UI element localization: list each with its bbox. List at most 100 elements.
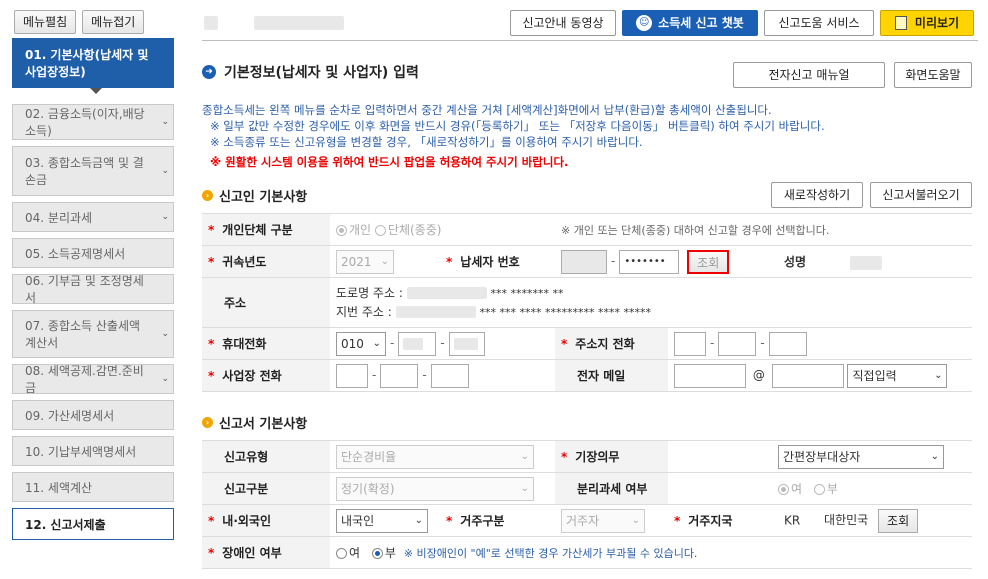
preview-button[interactable]: 미리보기: [880, 10, 974, 36]
cell-taxpayer-id: - ••••••• 조회: [555, 245, 778, 278]
help-service-button[interactable]: 신고도움 서비스: [764, 10, 874, 36]
menu-item-label: 04. 분리과세: [25, 210, 93, 225]
menu-item-computed-tax[interactable]: 07. 종합소득 산출세액계산서 ⌄: [12, 310, 174, 358]
menu-item-deductions[interactable]: 05. 소득공제명세서: [12, 238, 174, 268]
home-phone-2[interactable]: [718, 331, 757, 356]
radio-individual[interactable]: [336, 225, 347, 236]
menu-item-donations[interactable]: 06. 기부금 및 조정명세서: [12, 274, 174, 305]
taxpayer-id-part1[interactable]: [561, 249, 607, 274]
email-domain-input[interactable]: [771, 363, 844, 388]
menu-item-credits[interactable]: 08. 세액공제.감면.준비금 ⌄: [12, 364, 174, 395]
mobile-middle-input[interactable]: [398, 331, 437, 356]
load-return-button[interactable]: 신고서불러오기: [870, 182, 972, 208]
label-entity-type: * 개인단체 구분: [202, 213, 330, 246]
home-phone-3[interactable]: [768, 331, 807, 356]
bullet-icon: ›: [202, 190, 213, 201]
nationality-select[interactable]: 내국인 ⌄: [336, 508, 428, 533]
biz-phone-2[interactable]: [380, 363, 419, 388]
menu-expand-button[interactable]: 메뉴펼침: [14, 10, 77, 34]
section-title-reporter: › 신고인 기본사항: [202, 186, 307, 205]
menu-item-submit[interactable]: 12. 신고서제출: [12, 508, 174, 540]
email-at: @: [752, 368, 765, 382]
taxpayer-lookup-button[interactable]: 조회: [687, 249, 730, 274]
notice-text: 종합소득세는 왼쪽 메뉴를 순차로 입력하면서 중간 계산을 거쳐 [세액계산]…: [202, 102, 825, 170]
bookkeeping-select[interactable]: 간편장부대상자 ⌄: [778, 444, 944, 469]
cell-address: 도로명 주소 : *** ******* ** 지번 주소 : *** *** …: [330, 277, 972, 328]
label-address: 주소: [202, 277, 330, 328]
label-biz-phone: * 사업장 전화: [202, 359, 330, 392]
cell-region: KR 대한민국 조회: [778, 504, 972, 537]
label-mobile: * 휴대전화: [202, 327, 330, 360]
road-address: 도로명 주소 : *** ******* **: [336, 285, 564, 300]
chatbot-button[interactable]: ☺ 소득세 신고 챗봇: [622, 10, 758, 36]
radio-group-label: 단체(종중): [387, 223, 442, 237]
cell-report-category: 정기(확정) ⌄: [330, 472, 555, 505]
step-menu: 01. 기본사항(납세자 및 사업장정보) 02. 금융소득(이자,배당소득) ⌄…: [12, 38, 174, 546]
menu-collapse-button[interactable]: 메뉴접기: [82, 10, 145, 34]
label-tax-year: * 귀속년도: [202, 245, 330, 278]
region-code: KR: [784, 513, 801, 527]
menu-item-prepaid-tax[interactable]: 10. 기납부세액명세서: [12, 436, 174, 466]
guide-video-button[interactable]: 신고안내 동영상: [510, 10, 616, 36]
screen-help-button[interactable]: 화면도움말: [894, 62, 972, 88]
cell-bookkeeping: 간편장부대상자 ⌄: [668, 440, 972, 473]
label-report-type: 신고유형: [202, 440, 330, 473]
cell-residency: 거주자 ⌄: [555, 504, 668, 537]
home-phone-1[interactable]: [674, 331, 706, 356]
report-category-select[interactable]: 정기(확정) ⌄: [336, 476, 534, 501]
radio-disabled-yes-label: 여: [349, 546, 361, 560]
mobile-prefix-select[interactable]: 010 ⌄: [336, 331, 386, 356]
blurred-name: [850, 255, 883, 270]
report-type-select[interactable]: 단순경비율 ⌄: [336, 444, 534, 469]
cell-nationality: 내국인 ⌄: [330, 504, 440, 537]
tax-year-select[interactable]: 2021 ⌄: [336, 249, 394, 274]
chatbot-label: 소득세 신고 챗봇: [658, 16, 744, 30]
radio-separate-yes-label: 여: [791, 482, 803, 496]
radio-individual-label: 개인: [349, 223, 372, 237]
radio-disabled-yes[interactable]: [336, 548, 347, 559]
radio-disabled-no[interactable]: [371, 548, 383, 559]
label-residency: * 거주구분: [440, 504, 555, 537]
new-write-button[interactable]: 새로작성하기: [771, 182, 863, 208]
page-title-text: 기본정보(납세자 및 사업자) 입력: [224, 65, 419, 81]
blurred-user-name: [254, 16, 344, 30]
email-id-input[interactable]: [674, 363, 746, 388]
top-toolbar: 신고안내 동영상 ☺ 소득세 신고 챗봇 신고도움 서비스 미리보기: [202, 10, 978, 38]
chevron-down-icon: ⌄: [161, 117, 169, 127]
label-taxpayer-id: * 납세자 번호: [440, 245, 555, 278]
residency-select[interactable]: 거주자 ⌄: [561, 508, 645, 533]
document-icon: [894, 16, 907, 30]
menu-item-penalty-tax[interactable]: 09. 가산세명세서: [12, 400, 174, 430]
blurred-logo: [204, 16, 218, 30]
radio-group[interactable]: [374, 225, 386, 236]
radio-separate-yes[interactable]: [778, 484, 789, 495]
notice-line: ※ 소득종류 또는 신고유형을 변경할 경우, 「새로작성하기」를 이용하여 주…: [210, 135, 643, 149]
menu-item-label: 03. 종합소득금액 및 결손금: [25, 156, 144, 187]
menu-item-separate-tax[interactable]: 04. 분리과세 ⌄: [12, 202, 174, 232]
menu-item-label: 08. 세액공제.감면.준비금: [25, 364, 144, 395]
region-lookup-button[interactable]: 조회: [878, 508, 919, 533]
cell-biz-phone: --: [330, 359, 555, 392]
taxpayer-id-part2[interactable]: •••••••: [619, 249, 680, 274]
popup-warning: ※ 원활한 시스템 이용을 위하여 반드시 팝업을 허용하여 주시기 바랍니다.: [210, 155, 569, 169]
e-filing-manual-button[interactable]: 전자신고 매뉴얼: [733, 62, 885, 88]
biz-phone-1[interactable]: [336, 363, 368, 388]
email-domain-select[interactable]: 직접입력 ⌄: [847, 363, 948, 388]
sidebar: 메뉴펼침 메뉴접기 01. 기본사항(납세자 및 사업장정보) 02. 금융소득…: [0, 0, 185, 579]
menu-item-label: 09. 가산세명세서: [25, 408, 115, 423]
entity-type-note: ※ 개인 또는 단체(종중) 대하여 신고할 경우에 선택합니다.: [555, 213, 972, 246]
menu-item-total-income[interactable]: 03. 종합소득금액 및 결손금 ⌄: [12, 146, 174, 196]
menu-item-label: 06. 기부금 및 조정명세서: [25, 274, 144, 305]
menu-item-label: 05. 소득공제명세서: [25, 246, 126, 261]
page-title: ➜ 기본정보(납세자 및 사업자) 입력: [202, 62, 419, 82]
cell-name: 성명: [778, 245, 972, 278]
label-bookkeeping: * 기장의무: [555, 440, 668, 473]
menu-item-tax-calc[interactable]: 11. 세액계산: [12, 472, 174, 502]
label-report-category: 신고구분: [202, 472, 330, 505]
radio-separate-no[interactable]: [813, 484, 825, 495]
biz-phone-3[interactable]: [430, 363, 469, 388]
menu-item-basic-info[interactable]: 01. 기본사항(납세자 및 사업장정보): [12, 38, 174, 88]
label-region: * 거주지국: [668, 504, 778, 537]
menu-item-financial-income[interactable]: 02. 금융소득(이자,배당소득) ⌄: [12, 104, 174, 140]
mobile-last-input[interactable]: [448, 331, 485, 356]
